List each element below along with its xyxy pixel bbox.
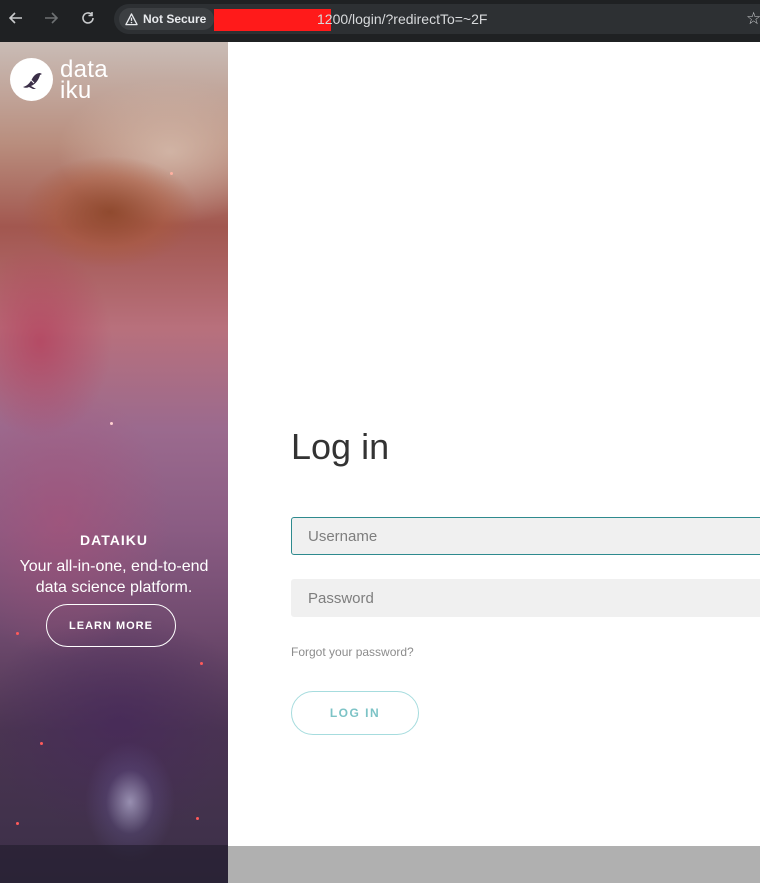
logo-line2: iku xyxy=(60,76,92,104)
back-arrow-icon[interactable] xyxy=(7,9,25,27)
star-dot xyxy=(200,662,203,665)
reload-icon[interactable] xyxy=(79,9,97,27)
brand-panel: data iku DATAIKU Your all-in-one, end-to… xyxy=(0,42,228,883)
warning-icon xyxy=(125,12,138,25)
footer-bar xyxy=(228,846,760,883)
forgot-password-link[interactable]: Forgot your password? xyxy=(291,645,414,659)
brand-heading: DATAIKU xyxy=(80,532,148,548)
login-button[interactable]: LOG IN xyxy=(291,691,419,735)
dataiku-logo[interactable]: data iku xyxy=(10,57,108,104)
tagline-line1: Your all-in-one, end-to-end xyxy=(19,558,209,575)
password-input[interactable] xyxy=(291,579,760,617)
redacted-host xyxy=(214,9,331,31)
address-bar[interactable]: Not Secure 1200/login/?redirectTo=~2F ☆ xyxy=(114,4,760,34)
page-title: Log in xyxy=(291,426,390,467)
login-panel: Log in Forgot your password? LOG IN xyxy=(228,42,760,883)
security-chip[interactable]: Not Secure xyxy=(119,8,215,30)
star-dot xyxy=(110,422,113,425)
forward-arrow-icon[interactable] xyxy=(42,9,60,27)
star-dot xyxy=(16,822,19,825)
security-label: Not Secure xyxy=(143,12,207,26)
star-dot xyxy=(170,172,173,175)
star-dot xyxy=(40,742,43,745)
bird-icon xyxy=(10,58,53,101)
learn-more-button[interactable]: LEARN MORE xyxy=(46,604,176,647)
browser-toolbar: Not Secure 1200/login/?redirectTo=~2F ☆ xyxy=(0,0,760,42)
logo-wordmark: data iku xyxy=(60,57,108,104)
bookmark-star-icon[interactable]: ☆ xyxy=(746,9,760,29)
username-input[interactable] xyxy=(291,517,760,555)
star-dot xyxy=(16,632,19,635)
brand-tagline: Your all-in-one, end-to-end data science… xyxy=(0,556,228,598)
tagline-line2: data science platform. xyxy=(35,579,193,596)
url-text[interactable]: 1200/login/?redirectTo=~2F xyxy=(317,11,487,27)
star-dot xyxy=(196,817,199,820)
